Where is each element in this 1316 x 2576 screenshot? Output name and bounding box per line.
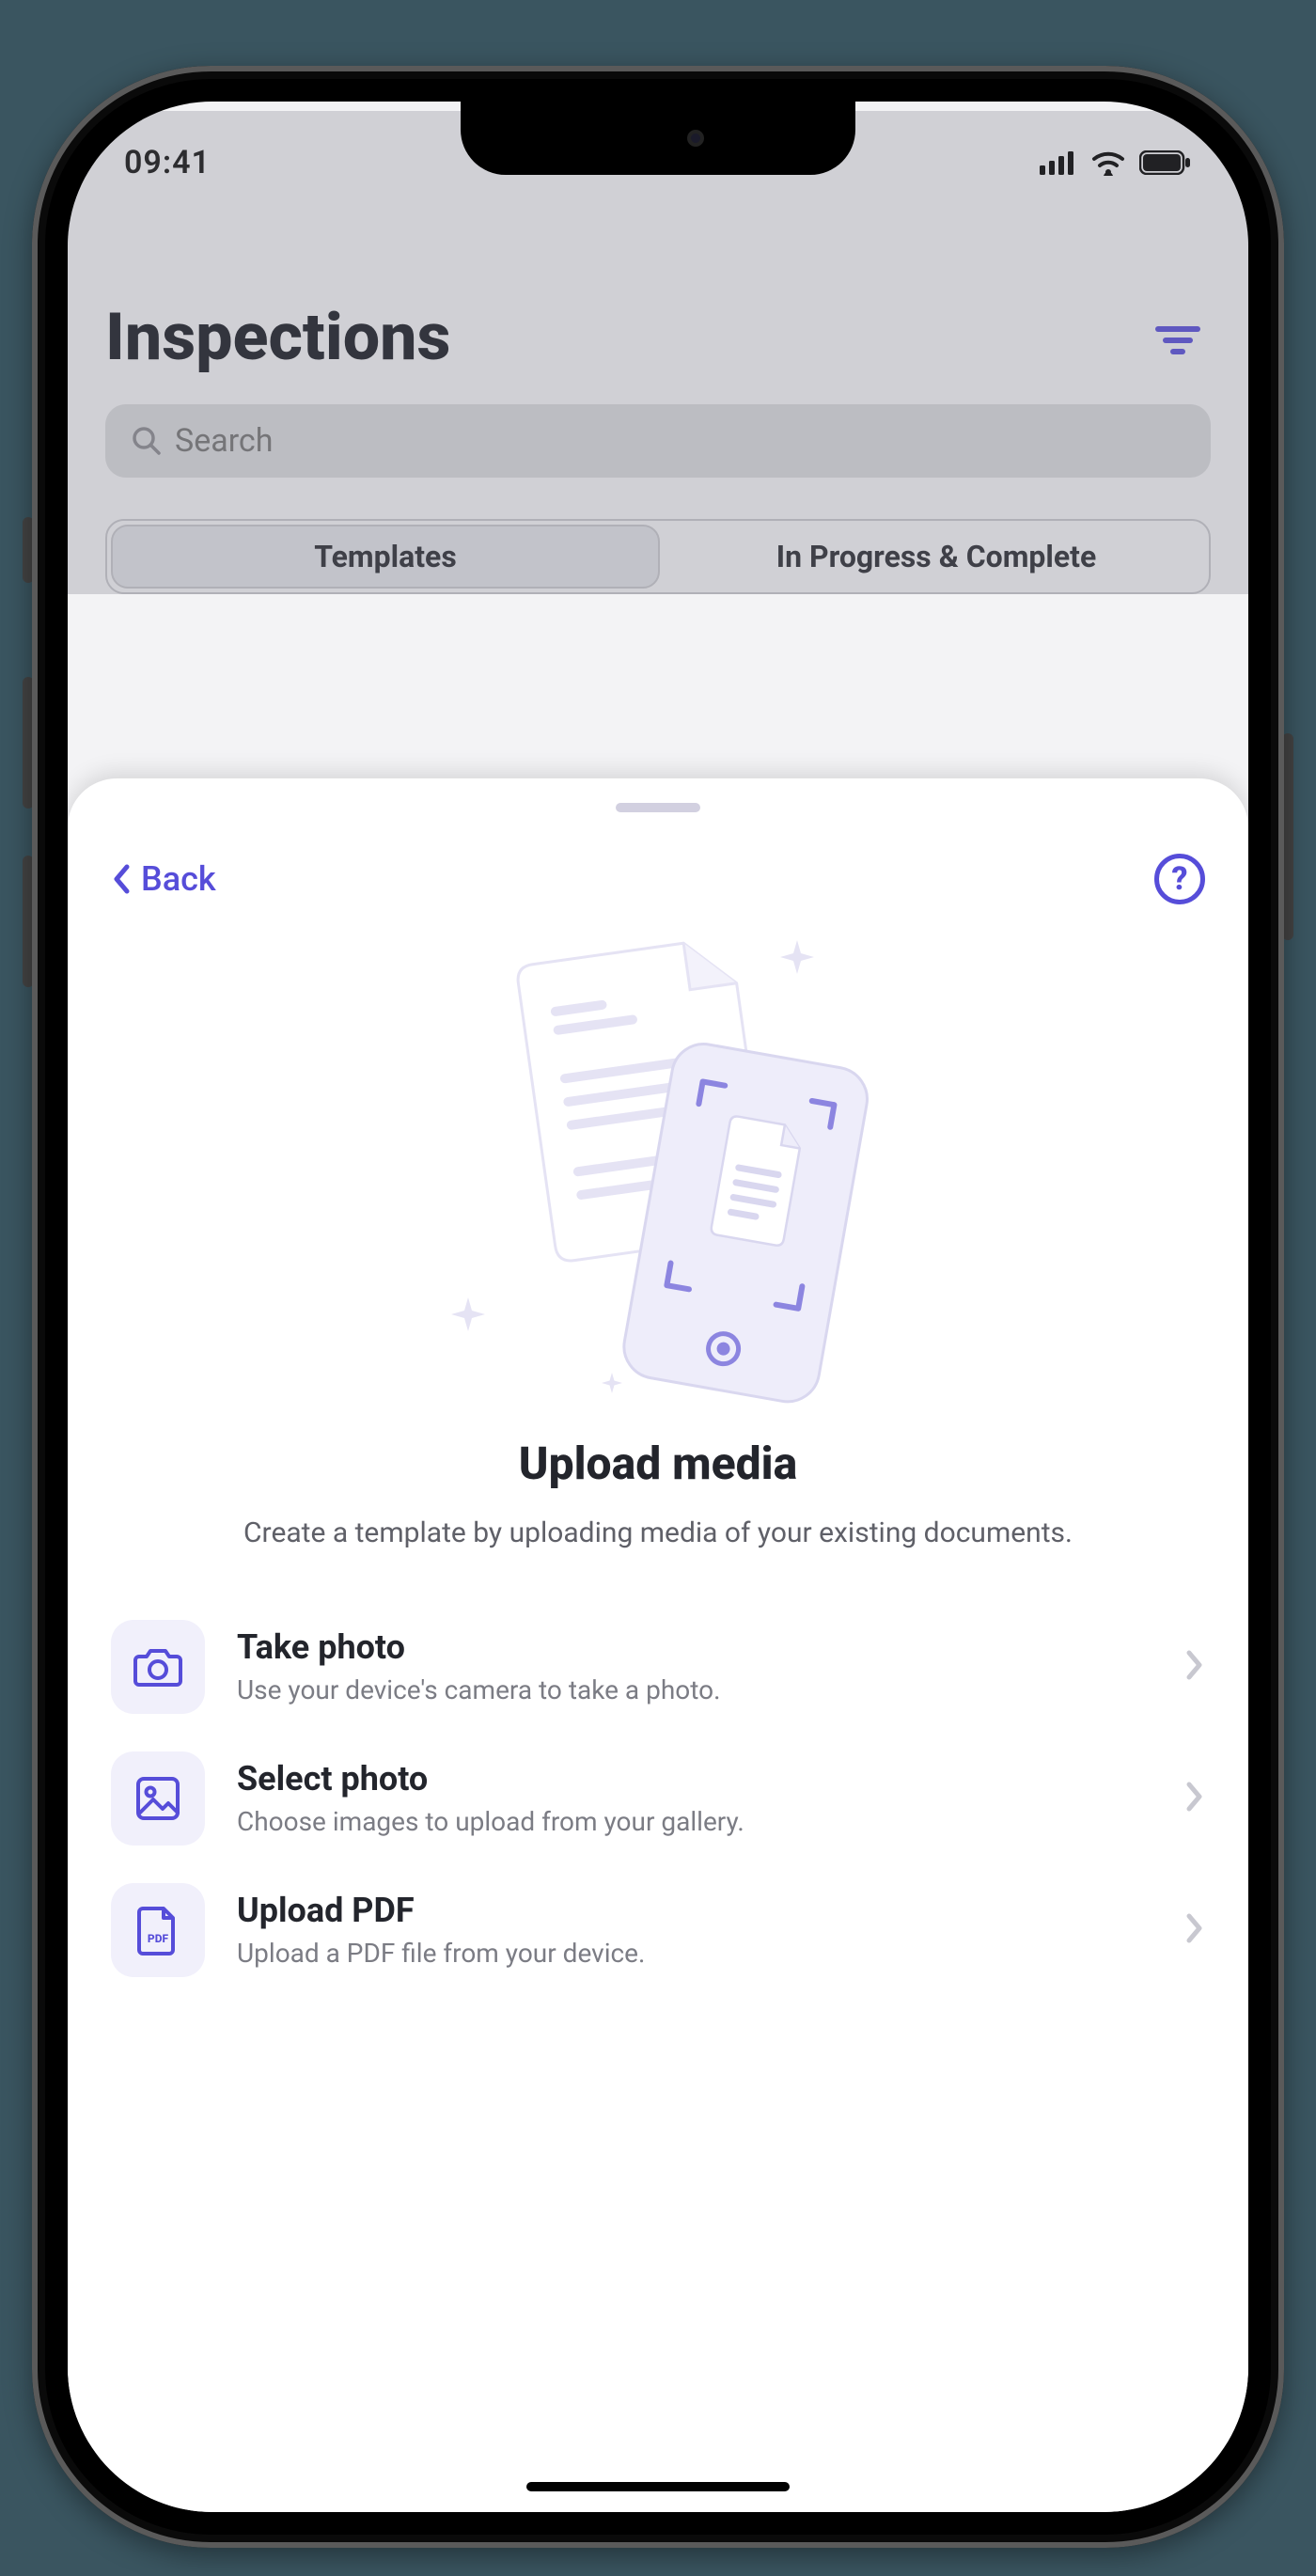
chevron-right-icon (1184, 1911, 1205, 1949)
option-desc: Upload a PDF file from your device. (237, 1938, 1152, 1969)
cellular-icon (1040, 150, 1077, 175)
sheet-title: Upload media (111, 1437, 1205, 1490)
sheet-subtitle: Create a template by uploading media of … (167, 1513, 1149, 1554)
filter-icon[interactable] (1154, 322, 1201, 363)
chevron-right-icon (1184, 1648, 1205, 1686)
help-button[interactable]: ? (1154, 854, 1205, 904)
back-label: Back (141, 859, 216, 899)
wifi-icon (1090, 149, 1126, 176)
tab-templates[interactable]: Templates (111, 525, 660, 589)
notch (461, 102, 855, 175)
option-desc: Use your device's camera to take a photo… (237, 1674, 1152, 1705)
option-take-photo[interactable]: Take photo Use your device's camera to t… (111, 1620, 1205, 1714)
question-icon: ? (1171, 860, 1187, 898)
tab-in-progress[interactable]: In Progress & Complete (664, 521, 1209, 592)
chevron-left-icon (111, 863, 132, 895)
option-upload-pdf[interactable]: PDF Upload PDF Upload a PDF file from yo… (111, 1883, 1205, 1977)
pdf-file-icon: PDF (111, 1883, 205, 1977)
option-title: Select photo (237, 1759, 1152, 1798)
status-icons (1040, 149, 1192, 176)
image-icon (111, 1751, 205, 1846)
tab-bar: Templates In Progress & Complete (105, 519, 1211, 594)
back-button[interactable]: Back (111, 859, 216, 899)
option-title: Take photo (237, 1627, 1152, 1667)
sparkle-icon (780, 940, 814, 974)
battery-icon (1139, 150, 1192, 175)
svg-text:PDF: PDF (148, 1932, 169, 1945)
home-indicator[interactable] (526, 2482, 790, 2491)
sheet-grabber[interactable] (616, 803, 700, 812)
status-time: 09:41 (124, 144, 211, 181)
option-desc: Choose images to upload from your galler… (237, 1806, 1152, 1837)
search-input[interactable] (105, 404, 1211, 478)
search-icon (132, 426, 162, 456)
search-field[interactable] (175, 422, 1184, 460)
camera-icon (111, 1620, 205, 1714)
screen: 09:41 Inspections (68, 102, 1248, 2512)
chevron-right-icon (1184, 1780, 1205, 1817)
option-title: Upload PDF (237, 1891, 1152, 1930)
sparkle-icon (451, 1297, 485, 1331)
phone-frame: 09:41 Inspections (0, 38, 1316, 2576)
upload-illustration (395, 931, 921, 1420)
sparkle-icon (602, 1373, 622, 1393)
upload-options: Take photo Use your device's camera to t… (111, 1620, 1205, 1977)
page-title: Inspections (105, 299, 1211, 376)
upload-media-sheet: Back ? (68, 778, 1248, 2512)
inspections-page: Inspections Templates In Progress & Comp… (68, 299, 1248, 594)
option-select-photo[interactable]: Select photo Choose images to upload fro… (111, 1751, 1205, 1846)
